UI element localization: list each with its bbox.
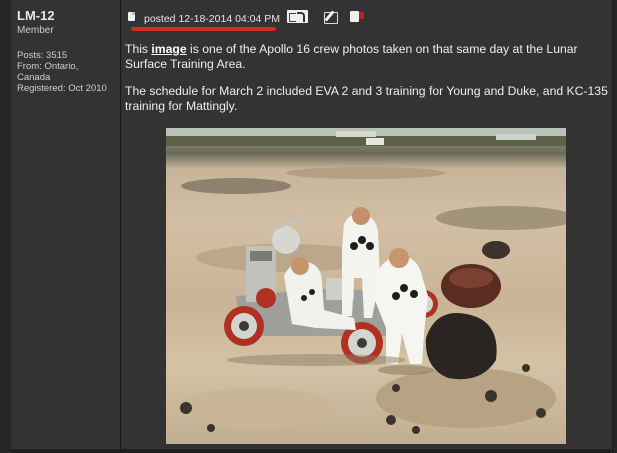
- user-sidebar: LM-12 Member Posts: 3515 From: Ontario, …: [11, 0, 121, 453]
- image-link[interactable]: image: [151, 42, 186, 56]
- paragraph-1: This image is one of the Apollo 16 crew …: [125, 42, 578, 71]
- apollo-crew-photo: [166, 128, 566, 444]
- report-icon[interactable]: [350, 10, 366, 23]
- post-divider: [11, 449, 611, 453]
- quote-icon[interactable]: [287, 10, 308, 23]
- edit-icon[interactable]: [323, 10, 339, 24]
- user-info: Posts: 3515 From: Ontario, Canada Regist…: [17, 50, 117, 94]
- paragraph-2: The schedule for March 2 included EVA 2 …: [125, 84, 608, 113]
- username[interactable]: LM-12: [17, 8, 55, 23]
- user-rank: Member: [17, 25, 54, 36]
- post-body: This image is one of the Apollo 16 crew …: [125, 42, 609, 126]
- document-icon: [128, 12, 135, 21]
- post-header: posted 12-18-2014 04:04 PM: [121, 6, 609, 32]
- posted-timestamp: posted 12-18-2014 04:04 PM: [144, 13, 281, 25]
- registered-date: Registered: Oct 2010: [17, 83, 107, 94]
- location-line1: From: Ontario,: [17, 61, 79, 72]
- photo-illustration: [166, 128, 566, 434]
- highlight-underline: [131, 27, 276, 31]
- post-count: Posts: 3515: [17, 50, 68, 61]
- location-line2: Canada: [17, 72, 51, 83]
